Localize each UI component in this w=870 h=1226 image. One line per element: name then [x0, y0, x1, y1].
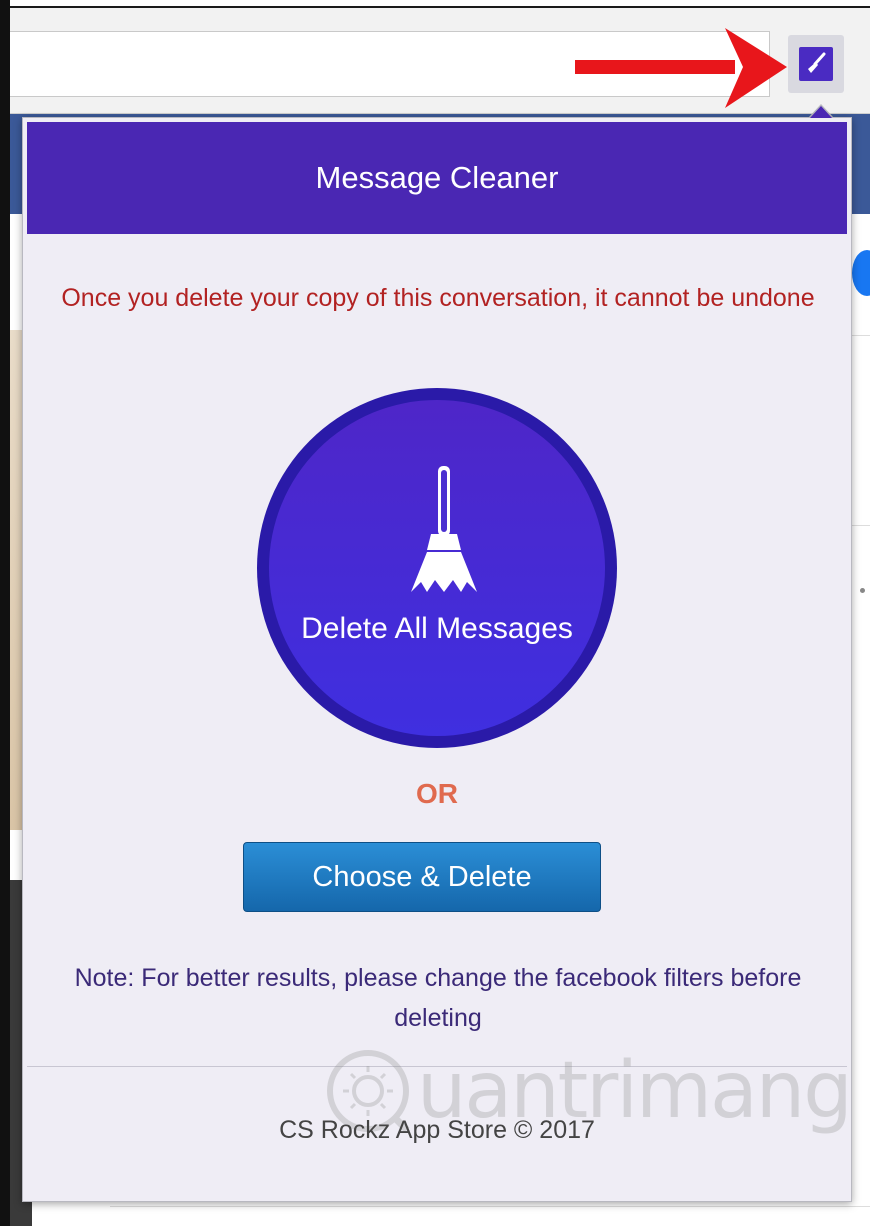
footer-copyright: CS Rockz App Store © 2017 — [279, 1116, 595, 1144]
extension-popup: Message Cleaner Once you delete your cop… — [22, 117, 853, 1202]
or-separator: OR — [416, 778, 458, 809]
choose-and-delete-label: Choose & Delete — [312, 860, 532, 893]
broom-icon — [799, 47, 833, 81]
broom-icon — [411, 466, 477, 592]
popup-pointer-inner — [810, 106, 832, 118]
delete-all-messages-button[interactable]: Delete All Messages — [257, 388, 617, 748]
delete-all-circle[interactable]: Delete All Messages — [269, 400, 605, 736]
background-divider — [110, 1206, 870, 1207]
message-cleaner-extension-button[interactable] — [788, 35, 844, 93]
background-dot — [860, 588, 865, 593]
background-divider — [852, 335, 870, 336]
red-arrow-icon — [575, 28, 787, 108]
choose-and-delete-button[interactable]: Choose & Delete — [243, 842, 601, 912]
warning-text: Once you delete your copy of this conver… — [61, 284, 815, 312]
background-divider — [852, 525, 870, 526]
delete-all-label: Delete All Messages — [301, 612, 573, 645]
popup-title: Message Cleaner — [315, 160, 559, 195]
window-left-border — [0, 0, 10, 1226]
popup-header: Message Cleaner — [27, 122, 847, 234]
window-top-border — [0, 0, 870, 8]
note-text: Note: For better results, please change … — [74, 964, 802, 1032]
